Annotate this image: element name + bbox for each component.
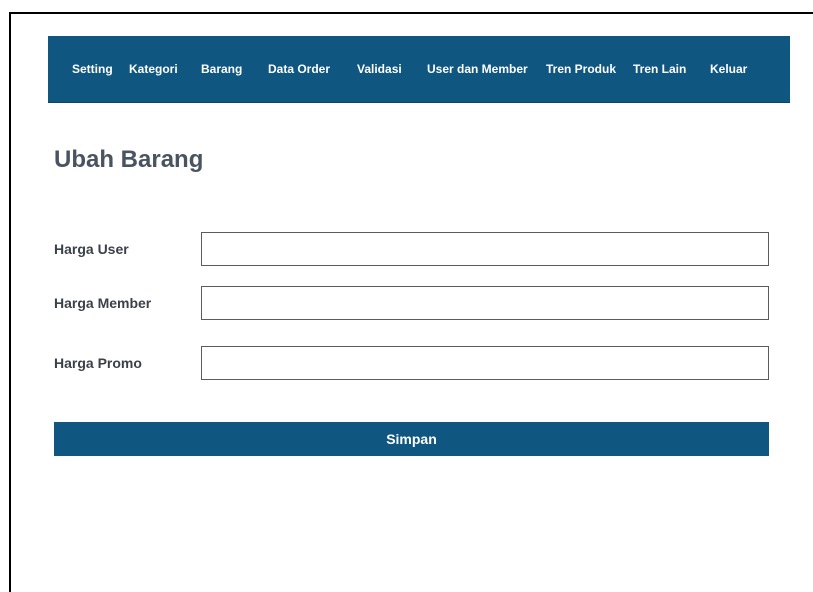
nav-item-barang[interactable]: Barang xyxy=(201,61,242,77)
harga-promo-label: Harga Promo xyxy=(54,355,142,371)
nav-item-validasi[interactable]: Validasi xyxy=(357,61,402,77)
harga-user-label: Harga User xyxy=(54,241,129,257)
harga-promo-input[interactable] xyxy=(201,346,769,380)
top-navbar: Setting Kategori Barang Data Order Valid… xyxy=(48,36,790,103)
harga-member-label: Harga Member xyxy=(54,295,152,311)
harga-member-input[interactable] xyxy=(201,286,769,320)
nav-item-tren-produk[interactable]: Tren Produk xyxy=(546,61,616,77)
nav-item-kategori[interactable]: Kategori xyxy=(129,61,178,77)
nav-item-tren-lain[interactable]: Tren Lain xyxy=(633,61,686,77)
harga-user-input[interactable] xyxy=(201,232,769,266)
nav-item-user-dan-member[interactable]: User dan Member xyxy=(427,61,528,77)
page-title: Ubah Barang xyxy=(54,146,204,173)
nav-item-keluar[interactable]: Keluar xyxy=(710,61,747,77)
simpan-button[interactable]: Simpan xyxy=(54,422,769,456)
nav-item-setting[interactable]: Setting xyxy=(72,61,113,77)
nav-item-data-order[interactable]: Data Order xyxy=(268,61,330,77)
